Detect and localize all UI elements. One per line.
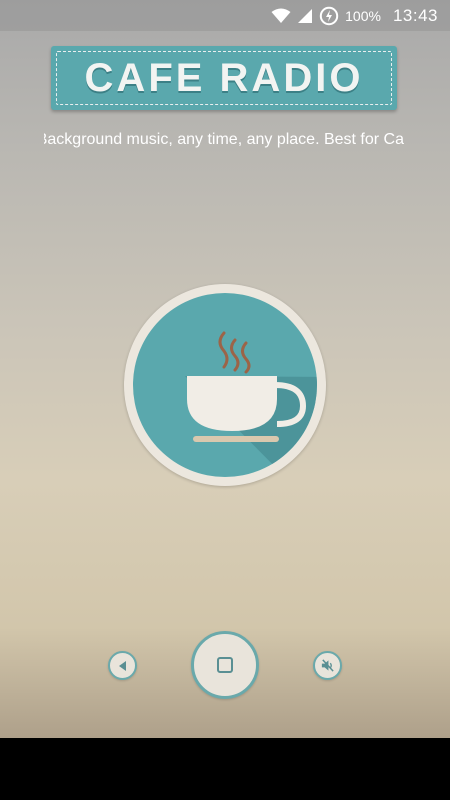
stop-button[interactable] [191, 631, 259, 699]
clock: 13:43 [392, 5, 438, 25]
mute-icon [321, 659, 334, 672]
previous-button[interactable] [108, 651, 137, 680]
ticker-text: Background music, any time, any place. B… [44, 131, 404, 148]
battery-saver-icon [319, 6, 339, 26]
cafe-logo [124, 284, 326, 486]
previous-icon [118, 660, 126, 671]
mute-button[interactable] [313, 651, 342, 680]
title-banner: CAFE RADIO [51, 46, 397, 110]
signal-icon [297, 8, 313, 24]
description-ticker: Background music, any time, any place. B… [44, 130, 404, 154]
coffee-cup-icon [185, 331, 317, 477]
status-bar: 100% 13:43 [0, 0, 450, 31]
logo-badge [133, 293, 317, 477]
app-title: CAFE RADIO [84, 55, 364, 100]
stop-icon [217, 657, 233, 673]
wifi-icon [271, 8, 291, 24]
battery-percentage: 100% [345, 7, 381, 24]
app-screen: 100% 13:43 CAFE RADIO Background music, … [0, 0, 450, 738]
navigation-bar [0, 738, 450, 800]
